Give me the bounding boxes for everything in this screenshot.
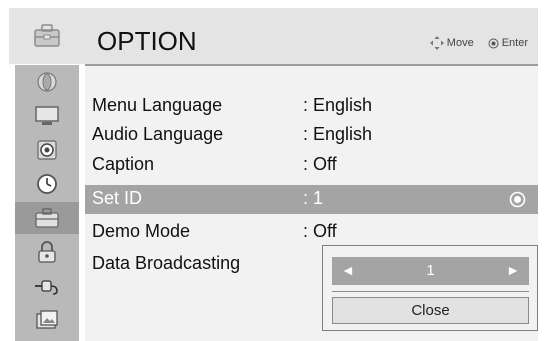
tv-option-menu-screen: OPTION Move Enter Menu Language: Englis… [0,0,548,341]
menu-item-value: : Off [303,221,337,241]
menu-item-label: Demo Mode [92,221,191,241]
page-title: OPTION [97,26,197,56]
set-id-selector[interactable]: ◄ 1 ► [332,257,529,285]
set-id-value: 1 [426,262,435,279]
lock-icon[interactable] [15,236,79,268]
menu-item-value: : English [303,95,373,115]
menu-item-caption[interactable]: Caption : Off [85,151,538,180]
menu-item-value: : Off [303,154,337,174]
option-toolbox-icon [9,8,85,64]
close-button[interactable]: Close [332,297,529,324]
menu-item-demo-mode[interactable]: Demo Mode : Off [85,218,538,247]
menu-item-set-id[interactable]: Set ID : 1 [85,185,538,214]
toolbox-icon[interactable] [15,202,79,234]
panel-header: OPTION Move Enter [85,8,538,64]
category-sidebar [9,8,85,341]
move-arrows-icon [429,36,444,50]
menu-item-value: : English [303,124,373,144]
menu-item-label: Menu Language [92,95,223,115]
popup-divider [332,291,529,292]
clock-icon[interactable] [15,168,79,200]
photo-media-icon[interactable] [15,304,79,336]
increase-arrow-icon[interactable]: ► [506,262,520,278]
menu-item-label: Set ID [92,188,143,208]
menu-item-label: Audio Language [92,124,224,144]
enter-button-icon [488,38,499,48]
menu-item-label: Caption [92,154,155,174]
input-plug-icon[interactable] [15,270,79,302]
navigation-hint: Move Enter [429,36,528,50]
menu-item-label: Data Broadcasting [92,253,241,273]
monitor-icon[interactable] [15,100,79,132]
enter-select-icon[interactable] [509,191,526,208]
menu-item-value: : 1 [303,188,324,208]
set-id-popup: ◄ 1 ► Close [322,245,538,331]
move-hint-label: Move [446,37,474,49]
speaker-icon[interactable] [15,134,79,166]
menu-item-audio-language[interactable]: Audio Language : English [85,121,538,150]
header-divider [85,64,538,66]
menu-item-menu-language[interactable]: Menu Language : English [85,92,538,121]
satellite-dish-icon[interactable] [15,66,79,98]
enter-hint-label: Enter [501,37,528,49]
